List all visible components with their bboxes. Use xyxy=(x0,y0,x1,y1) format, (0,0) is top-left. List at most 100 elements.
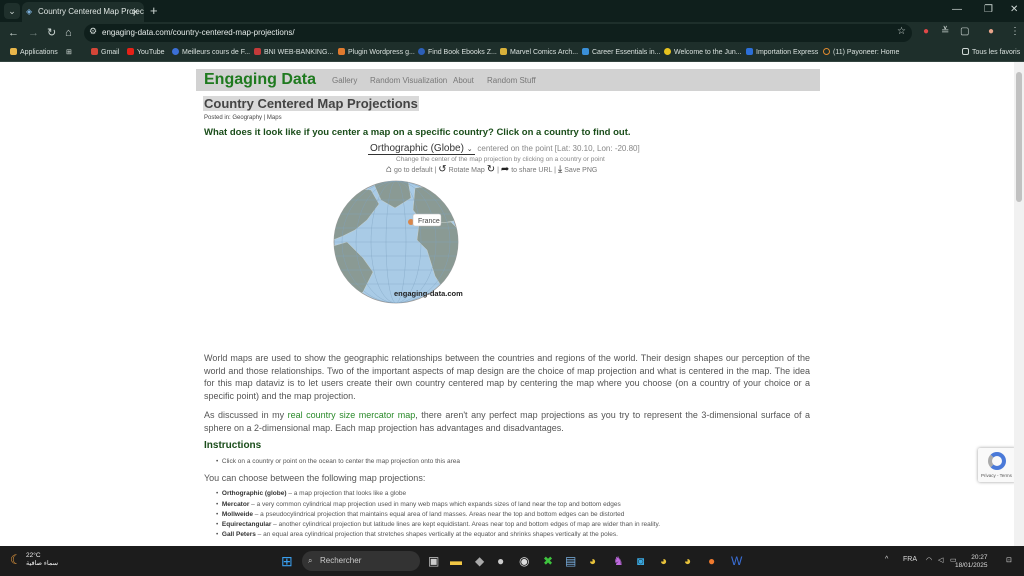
app-icon[interactable]: ◙ xyxy=(637,554,644,568)
intro-paragraph: World maps are used to show the geograph… xyxy=(204,353,810,402)
taskbar-search[interactable]: ⌕ Rechercher xyxy=(302,551,420,571)
extension-icon[interactable]: ≚ xyxy=(941,26,949,37)
mercator-paragraph: As discussed in my real country size mer… xyxy=(204,410,811,433)
app-icon[interactable]: ◆ xyxy=(475,554,484,568)
address-bar[interactable]: ⚙ engaging-data.com/country-centered-map… xyxy=(84,24,912,42)
photos-icon[interactable]: ▤ xyxy=(565,554,576,568)
file-explorer-icon[interactable]: ▬ xyxy=(450,554,462,568)
watermark: engaging-data.com xyxy=(394,289,463,298)
bookmark-item[interactable]: Applications xyxy=(10,48,58,56)
weather-widget[interactable]: 22°C سماء صافية xyxy=(26,552,58,568)
bookmark-favicon-icon xyxy=(500,48,507,55)
bookmark-favicon-icon xyxy=(746,48,753,55)
download-icon[interactable]: ⤓ xyxy=(558,164,562,175)
home-icon[interactable]: ⌂ xyxy=(65,25,72,41)
browser-titlebar: ⌄ ◈ Country Centered Map Projectio ✕ + —… xyxy=(0,0,1024,22)
save-png-link[interactable]: Save PNG xyxy=(564,167,597,174)
system-clock[interactable]: 20:27 18/01/2025 xyxy=(955,554,988,570)
gmail-icon xyxy=(91,48,98,55)
bookmark-item[interactable]: Welcome to the Jun... xyxy=(664,48,742,56)
wifi-icon[interactable]: ◠ xyxy=(926,556,932,564)
extensions-puzzle-icon[interactable]: ▢ xyxy=(960,26,969,37)
tab-groups-icon[interactable]: ⊞ xyxy=(66,48,72,56)
site-info-icon[interactable]: ⚙ xyxy=(89,26,97,37)
chrome-icon[interactable]: ◕ xyxy=(589,554,596,568)
rotate-right-icon[interactable]: ↻ xyxy=(487,164,495,175)
bookmark-item[interactable]: Gmail xyxy=(91,48,119,56)
nav-about[interactable]: About xyxy=(453,76,474,85)
bookmark-star-icon[interactable]: ☆ xyxy=(897,26,906,37)
bookmark-item[interactable]: Importation Express xyxy=(746,48,818,56)
minimize-button[interactable]: — xyxy=(952,4,962,15)
app-icon[interactable]: ● xyxy=(497,554,504,568)
share-icon[interactable]: ➦ xyxy=(501,164,509,175)
media-player-icon[interactable]: ◉ xyxy=(519,554,529,568)
show-hidden-icons[interactable]: ^ xyxy=(885,556,888,563)
tab-search-button[interactable]: ⌄ xyxy=(4,3,20,19)
bookmark-favicon-icon xyxy=(823,48,830,55)
word-icon[interactable]: W xyxy=(731,554,742,568)
bookmark-favicon-icon xyxy=(664,48,671,55)
projection-item: • Equirectangular – another cylindrical … xyxy=(216,521,661,528)
weather-icon[interactable]: ☾ xyxy=(10,553,22,567)
recaptcha-badge[interactable]: Privacy - Terms xyxy=(978,448,1016,482)
scrollbar-thumb[interactable] xyxy=(1016,72,1022,202)
app-icon[interactable]: ● xyxy=(708,554,715,568)
page-scrollbar[interactable] xyxy=(1014,62,1024,546)
browser-toolbar: ← → ↻ ⌂ ⚙ engaging-data.com/country-cent… xyxy=(0,22,1024,44)
extension-icon[interactable]: ● xyxy=(923,26,929,37)
site-logo[interactable]: Engaging Data xyxy=(204,71,316,89)
game-icon[interactable]: ♞ xyxy=(613,554,624,568)
close-window-button[interactable]: ✕ xyxy=(1010,4,1018,15)
bookmark-item[interactable]: BNI WEB-BANKING... xyxy=(254,48,333,56)
bookmark-item[interactable]: (11) Payoneer: Home xyxy=(823,48,899,56)
real-country-size-link[interactable]: real country size mercator map xyxy=(288,410,416,420)
forward-icon[interactable]: → xyxy=(28,25,39,41)
projection-select[interactable]: Orthographic (Globe) ⌄ xyxy=(368,143,475,155)
language-indicator[interactable]: FRA xyxy=(903,556,917,563)
new-tab-button[interactable]: + xyxy=(150,3,158,19)
windows-taskbar: ☾ 22°C سماء صافية ⊞ ⌕ Rechercher ▣ ▬ ◆ ● ◉… xyxy=(0,546,1024,576)
recaptcha-icon xyxy=(988,452,1006,470)
bookmark-item[interactable]: Plugin Wordpress g... xyxy=(338,48,415,56)
close-tab-icon[interactable]: ✕ xyxy=(131,2,139,22)
chrome-icon[interactable]: ◕ xyxy=(660,554,667,568)
all-bookmarks-folder[interactable]: Tous les favoris xyxy=(962,48,1020,56)
recaptcha-links[interactable]: Privacy - Terms xyxy=(981,473,1012,478)
bookmark-item[interactable]: Meilleurs cours de F... xyxy=(172,48,250,56)
nav-random-visualization[interactable]: Random Visualization xyxy=(370,76,447,85)
bookmark-item[interactable]: Marvel Comics Arch... xyxy=(500,48,578,56)
folder-icon xyxy=(962,48,969,55)
windows-start-icon[interactable]: ⊞ xyxy=(281,554,293,568)
post-categories[interactable]: Posted in: Geography | Maps xyxy=(204,115,282,121)
bookmarks-bar: Applications ⊞ Gmail YouTube Meilleurs c… xyxy=(0,44,1024,62)
volume-icon[interactable]: ◁ xyxy=(938,556,943,564)
youtube-icon xyxy=(127,48,134,55)
task-view-icon[interactable]: ▣ xyxy=(428,554,439,568)
xbox-icon[interactable]: ✖ xyxy=(543,554,553,568)
nav-gallery[interactable]: Gallery xyxy=(332,76,357,85)
projection-item: • Gall Peters – an equal area cylindrica… xyxy=(216,531,618,538)
go-to-default-link[interactable]: go to default | xyxy=(394,167,436,174)
url-text[interactable]: engaging-data.com/country-centered-map-p… xyxy=(102,28,295,37)
page-title: Country Centered Map Projections xyxy=(203,96,419,111)
back-icon[interactable]: ← xyxy=(8,25,19,41)
bookmark-item[interactable]: Career Essentials in... xyxy=(582,48,660,56)
home-icon[interactable]: ⌂ xyxy=(386,164,392,175)
share-url-link[interactable]: to share URL | xyxy=(511,167,556,174)
instructions-heading: Instructions xyxy=(204,440,262,451)
nav-random-stuff[interactable]: Random Stuff xyxy=(487,76,536,85)
bookmark-item[interactable]: Find Book Ebooks Z... xyxy=(418,48,497,56)
reload-icon[interactable]: ↻ xyxy=(47,25,56,41)
browser-tab[interactable]: ◈ Country Centered Map Projectio ✕ xyxy=(22,2,144,22)
menu-kebab-icon[interactable]: ⋮ xyxy=(1010,26,1020,37)
bookmark-item[interactable]: YouTube xyxy=(127,48,165,56)
notifications-icon[interactable]: ⊡ xyxy=(1006,556,1012,564)
profile-avatar[interactable]: ● xyxy=(988,26,994,37)
bookmark-favicon-icon xyxy=(338,48,345,55)
orthographic-globe-map[interactable]: France xyxy=(333,180,459,304)
chrome-icon[interactable]: ◕ xyxy=(684,554,691,568)
rotate-left-icon[interactable]: ↺ xyxy=(438,164,446,175)
projection-controls: Orthographic (Globe) ⌄ centered on the p… xyxy=(368,143,640,155)
restore-button[interactable]: ❐ xyxy=(984,4,993,15)
